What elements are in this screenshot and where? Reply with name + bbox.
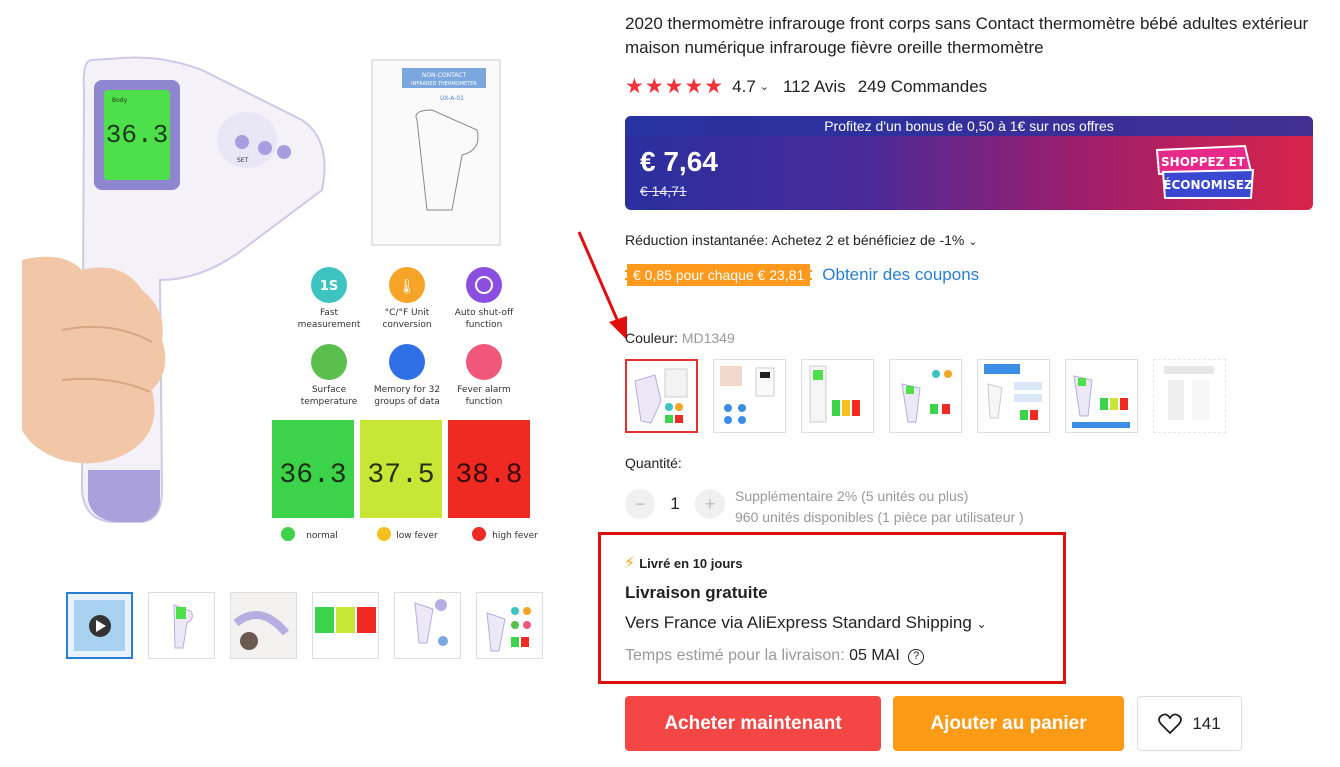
chevron-down-icon[interactable]: ⌄ [760, 80, 769, 93]
svg-text:36.3: 36.3 [106, 120, 168, 150]
svg-text:groups of data: groups of data [374, 397, 440, 407]
decrease-quantity-button[interactable]: − [625, 489, 655, 519]
color-swatch[interactable] [889, 359, 962, 433]
quantity-value[interactable]: 1 [655, 494, 695, 514]
svg-text:1S: 1S [320, 279, 338, 294]
svg-text:normal: normal [306, 531, 338, 541]
svg-text:Fast: Fast [320, 308, 339, 318]
svg-text:function: function [466, 397, 503, 407]
svg-text:37.5: 37.5 [367, 460, 434, 491]
stock-text: 960 unités disponibles (1 pièce par util… [735, 509, 1024, 525]
svg-text:temperature: temperature [301, 397, 358, 407]
heart-icon [1158, 713, 1183, 734]
svg-text:Surface: Surface [312, 385, 347, 395]
coupon-row: € 0,85 pour chaque € 23,81 Obtenir des c… [625, 264, 979, 286]
svg-text:Fever alarm: Fever alarm [457, 385, 511, 395]
svg-text:SET: SET [237, 157, 249, 164]
fast-delivery-text: Livré en 10 jours [639, 555, 743, 571]
color-swatch[interactable] [977, 359, 1050, 433]
svg-text:high fever: high fever [492, 531, 538, 541]
coupon-tag: € 0,85 pour chaque € 23,81 [625, 264, 813, 286]
product-title: 2020 thermomètre infrarouge front corps … [625, 14, 1309, 57]
current-price: € 7,64 [640, 146, 718, 177]
svg-text:measurement: measurement [298, 320, 361, 330]
temperature-displays: 36.3 37.5 38.8 normal low fever high fev… [272, 420, 538, 541]
original-price: € 14,71 [640, 183, 687, 199]
svg-text:ÉCONOMISEZ: ÉCONOMISEZ [1163, 177, 1253, 192]
instant-discount-text: Réduction instantanée: Achetez 2 et béné… [625, 232, 965, 248]
product-box-illustration: NON-CONTACT INFRARED THERMOMETER UX-A-01 [371, 59, 501, 246]
feature-grid: 1S Fast measurement 🌡 °C/°F Unit conversio… [298, 267, 514, 407]
reviews-link[interactable]: 112 Avis [783, 77, 846, 97]
add-to-cart-button[interactable]: Ajouter au panier [893, 696, 1124, 751]
svg-text:NON-CONTACT: NON-CONTACT [422, 72, 467, 79]
svg-text:function: function [466, 320, 503, 330]
svg-text:Memory for 32: Memory for 32 [374, 385, 440, 395]
shoppez-economisez-logo: SHOPPEZ ET ÉCONOMISEZ [1155, 144, 1255, 199]
orders-count: 249 Commandes [857, 76, 988, 96]
chevron-down-icon: ⌄ [976, 617, 987, 631]
svg-text:Auto shut-off: Auto shut-off [455, 308, 514, 318]
thumbnail-strip [66, 592, 543, 659]
svg-text:INFRARED THERMOMETER: INFRARED THERMOMETER [411, 81, 477, 87]
instant-discount[interactable]: Réduction instantanée: Achetez 2 et béné… [625, 232, 977, 248]
shipping-method-text: Vers France via AliExpress Standard Ship… [625, 613, 972, 632]
svg-text:conversion: conversion [382, 320, 431, 330]
main-product-image[interactable]: 36.3 Body SET NON-CONTACT INFRARED THERM… [22, 30, 552, 550]
bulk-discount-text: Supplémentaire 2% (5 unités ou plus) [735, 488, 969, 504]
price-banner: Profitez d'un bonus de 0,50 à 1€ sur nos… [625, 116, 1313, 210]
thumbnail-image[interactable] [148, 592, 215, 659]
thumbnail-video[interactable] [66, 592, 133, 659]
quantity-info: Supplémentaire 2% (5 unités ou plus) 960… [735, 486, 1024, 528]
free-shipping-label: Livraison gratuite [625, 583, 768, 602]
wishlist-button[interactable]: 141 [1137, 696, 1242, 751]
svg-text:UX-A-01: UX-A-01 [440, 95, 464, 102]
fast-delivery-icon: ⚡ [624, 555, 636, 572]
rating-row: ★★★★★ 4.7 ⌄ 112 Avis 249 Commandes [625, 74, 987, 99]
help-icon[interactable]: ? [908, 649, 925, 665]
color-label: Couleur: MD1349 [625, 330, 735, 346]
color-swatch[interactable] [801, 359, 874, 433]
thumbnail-image[interactable] [312, 592, 379, 659]
promo-banner[interactable]: Profitez d'un bonus de 0,50 à 1€ sur nos… [625, 116, 1313, 136]
color-swatches [625, 359, 1226, 433]
svg-text:🌡: 🌡 [398, 279, 416, 295]
increase-quantity-button[interactable]: + [695, 489, 725, 519]
get-coupons-link[interactable]: Obtenir des coupons [822, 265, 979, 285]
delivery-date: 05 MAI [849, 647, 900, 664]
quantity-label: Quantité: [625, 455, 682, 471]
color-swatch-unavailable [1153, 359, 1226, 433]
thumbnail-image[interactable] [230, 592, 297, 659]
svg-text:36.3: 36.3 [279, 460, 346, 491]
shipping-highlight-box: ⚡ Livré en 10 jours Livraison gratuite V… [598, 532, 1066, 684]
color-swatch[interactable] [625, 359, 698, 433]
fast-delivery-badge: ⚡ Livré en 10 jours [624, 553, 743, 573]
svg-text:38.8: 38.8 [455, 460, 522, 491]
delivery-estimate: Temps estimé pour la livraison: 05 MAI ? [625, 647, 925, 665]
svg-text:low fever: low fever [396, 531, 438, 541]
rating-stars: ★★★★★ [625, 75, 725, 98]
delivery-estimate-label: Temps estimé pour la livraison: [625, 647, 845, 664]
thumbnail-image[interactable] [394, 592, 461, 659]
thumbnail-image[interactable] [476, 592, 543, 659]
rating-value[interactable]: 4.7 [732, 77, 756, 97]
svg-text:SHOPPEZ ET: SHOPPEZ ET [1161, 155, 1246, 169]
quantity-stepper: − 1 + [625, 489, 725, 519]
svg-text:°C/°F Unit: °C/°F Unit [385, 308, 430, 318]
buy-now-button[interactable]: Acheter maintenant [625, 696, 881, 751]
color-label-text: Couleur: [625, 330, 678, 346]
svg-text:Body: Body [112, 97, 128, 104]
shipping-method-selector[interactable]: Vers France via AliExpress Standard Ship… [625, 613, 987, 633]
color-swatch[interactable] [713, 359, 786, 433]
color-swatch[interactable] [1065, 359, 1138, 433]
wishlist-count: 141 [1192, 713, 1221, 733]
selected-color: MD1349 [681, 330, 735, 346]
chevron-down-icon: ⌄ [968, 236, 978, 248]
